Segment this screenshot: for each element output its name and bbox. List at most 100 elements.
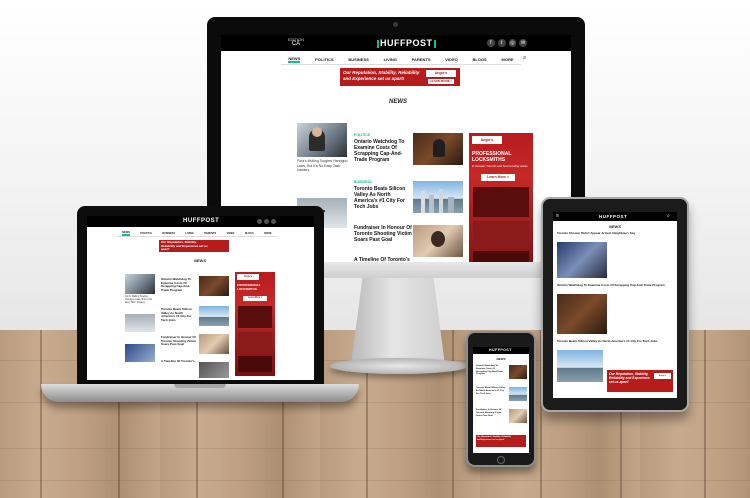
article-thumb-skyline[interactable] — [413, 181, 463, 213]
nav-more[interactable]: MORE — [264, 232, 272, 235]
laptop-thumb-skyline[interactable] — [199, 306, 229, 326]
phone-ad-banner[interactable]: Our Reputation, Stability, Reliability a… — [476, 435, 526, 447]
site-logo[interactable]: HUFFPOST — [377, 38, 436, 48]
main-nav: NEWS POLITICS BUSINESS LIVING PARENTS VI… — [281, 55, 521, 65]
laptop-thumb-plane[interactable] — [125, 314, 155, 332]
social-icons: f t ◎ ✉ — [487, 39, 527, 48]
nav-news[interactable]: NEWS — [122, 231, 130, 236]
laptop-section-title: NEWS — [194, 258, 206, 263]
laptop-title-1[interactable]: Ontario Watchdog To Examine Costs Of Scr… — [161, 277, 197, 292]
laptop-side-ad[interactable]: Angie's LOCKSMITHS PROFESSIONAL LOCKSMIT… — [235, 272, 275, 376]
phone-screen: HUFFPOST NEWS Ontario Watchdog To Examin… — [473, 347, 529, 453]
search-icon[interactable]: ⌕ — [523, 55, 526, 62]
tablet-ad-brand: Angie's LOCKSMITHS — [654, 373, 671, 383]
laptop-thumb-4[interactable] — [125, 344, 155, 362]
search-icon[interactable]: ⌕ — [667, 213, 670, 219]
tablet-site-header: ≡ HUFFPOST ⌕ — [553, 212, 677, 221]
ad-banner-text: Our Reputation, Stability, Reliability a… — [343, 70, 420, 81]
tablet-screen: ≡ HUFFPOST ⌕ NEWS Toronto Shooter Didn't… — [553, 212, 677, 398]
nav-video[interactable]: VIDEO — [445, 57, 457, 62]
laptop-caption-1[interactable]: Ford's Mulling Tougher Handgun Laws, But… — [125, 296, 157, 305]
phone-thumb-1[interactable] — [509, 365, 527, 379]
article-title-politics[interactable]: Ontario Watchdog To Examine Costs Of Scr… — [354, 139, 412, 163]
nav-politics[interactable]: POLITICS — [140, 232, 152, 235]
section-title: NEWS — [389, 99, 407, 105]
laptop-title-2[interactable]: Toronto Beats Silicon Valley As North Am… — [161, 307, 197, 322]
phone-title-1[interactable]: Ontario Watchdog To Examine Costs Of Scr… — [476, 365, 506, 376]
side-ad-headline: PROFESSIONAL LOCKSMITHS — [472, 151, 512, 163]
tablet-thumb-1[interactable] — [557, 242, 607, 278]
nav-news[interactable]: NEWS — [288, 56, 301, 63]
article-caption-1[interactable]: Ford's Mulling Tougher Handgun Laws, But… — [297, 159, 349, 173]
side-ad[interactable]: Angie's LOCKSMITHS PROFESSIONAL LOCKSMIT… — [469, 133, 533, 265]
side-ad-sub: in Greater Toronto and Surrounding areas — [472, 164, 528, 168]
nav-living[interactable]: LIVING — [186, 232, 194, 235]
article-title-fundraiser[interactable]: Fundraiser In Honour Of Toronto Shooting… — [354, 225, 412, 243]
laptop-side-ad-headline: PROFESSIONAL LOCKSMITHS — [237, 283, 261, 291]
ad-banner-button[interactable]: LEARN MORE > — [428, 79, 454, 84]
nav-business[interactable]: BUSINESS — [348, 57, 368, 62]
tablet-ad-text: Our Reputation, Stability, Reliability a… — [609, 372, 650, 384]
home-button[interactable] — [497, 456, 505, 464]
laptop: HUFFPOST NEWS POLITICS BUSINESS LIVING P… — [77, 206, 324, 386]
instagram-icon[interactable]: ◎ — [508, 39, 517, 47]
phone-thumb-2[interactable] — [509, 387, 527, 401]
menu-icon[interactable]: ≡ — [556, 214, 559, 219]
tablet-headline-2[interactable]: Ontario Watchdog To Examine Costs Of Scr… — [557, 283, 673, 288]
email-icon[interactable]: ✉ — [519, 39, 527, 47]
tablet-headline-3[interactable]: Toronto Beats Silicon Valley As North Am… — [557, 339, 673, 344]
nav-business[interactable]: BUSINESS — [162, 232, 175, 235]
article-thumb-fundraiser[interactable] — [413, 225, 463, 257]
nav-more[interactable]: MORE — [502, 57, 514, 62]
twitter-icon[interactable] — [264, 219, 269, 224]
side-ad-brand: Angie's LOCKSMITHS — [472, 136, 502, 150]
laptop-thumb-fundraiser[interactable] — [199, 334, 229, 354]
laptop-thumb-1[interactable] — [125, 274, 155, 294]
twitter-icon[interactable]: t — [497, 39, 506, 47]
phone-title-3[interactable]: Fundraiser In Honour Of Toronto Shooting… — [476, 409, 506, 417]
article-tag-politics[interactable]: Politics — [354, 133, 370, 137]
monitor-stand-base — [330, 358, 468, 374]
facebook-icon[interactable] — [257, 219, 262, 224]
laptop-social-icons — [257, 219, 281, 224]
laptop-main-nav: NEWS POLITICS BUSINESS LIVING PARENTS VI… — [117, 230, 277, 237]
tablet-headline-1[interactable]: Toronto Shooter Didn't Appear Armed, Nei… — [557, 231, 673, 236]
nav-living[interactable]: LIVING — [384, 57, 397, 62]
instagram-icon[interactable] — [271, 219, 276, 224]
side-ad-button[interactable]: Learn More > — [481, 174, 515, 181]
tablet-thumb-3[interactable] — [557, 350, 603, 382]
edition-selector[interactable]: EDITION CA — [285, 37, 307, 49]
monitor-stand — [351, 265, 445, 365]
ad-banner-brand: Angie's LOCKSMITHS — [426, 70, 456, 82]
nav-video[interactable]: VIDEO — [227, 232, 235, 235]
tablet-thumb-2[interactable] — [557, 294, 607, 334]
laptop-ad-banner[interactable]: Our Reputation, Stability, Reliability a… — [159, 240, 229, 252]
nav-parents[interactable]: PARENTS — [412, 57, 431, 62]
phone-thumb-3[interactable] — [509, 409, 527, 423]
logo-text: HUFFPOST — [380, 38, 433, 48]
phone-site-header: HUFFPOST — [473, 347, 529, 354]
article-thumb-1[interactable] — [297, 123, 347, 157]
laptop-side-ad-brand: Angie's LOCKSMITHS — [237, 274, 259, 284]
facebook-icon[interactable]: f — [487, 39, 495, 47]
phone-title-2[interactable]: Toronto Beats Silicon Valley As North Am… — [476, 387, 506, 395]
article-tag-business[interactable]: Business — [354, 180, 372, 184]
laptop-thumb-politics[interactable] — [199, 276, 229, 296]
phone-site-logo[interactable]: HUFFPOST — [489, 348, 512, 352]
article-title-business[interactable]: Toronto Beats Silicon Valley As North Am… — [354, 186, 412, 210]
laptop-title-3[interactable]: Fundraiser In Honour Of Toronto Shooting… — [161, 335, 197, 347]
nav-blogs[interactable]: BLOGS — [473, 57, 487, 62]
laptop-title-4[interactable]: A Timeline Of Toronto's — [161, 359, 197, 364]
laptop-thumb-5[interactable] — [199, 362, 229, 378]
nav-politics[interactable]: POLITICS — [315, 57, 333, 62]
tablet-section-title: NEWS — [609, 224, 621, 229]
laptop-site-header: HUFFPOST — [87, 216, 314, 227]
nav-blogs[interactable]: BLOGS — [245, 232, 254, 235]
tablet-ad-banner[interactable]: Our Reputation, Stability, Reliability a… — [607, 370, 673, 392]
laptop-site-logo[interactable]: HUFFPOST — [183, 218, 219, 224]
tablet-site-logo[interactable]: HUFFPOST — [599, 214, 627, 219]
article-thumb-politics[interactable] — [413, 133, 463, 165]
nav-parents[interactable]: PARENTS — [204, 232, 216, 235]
laptop-side-ad-button[interactable]: Learn More > — [243, 296, 267, 301]
ad-banner[interactable]: Our Reputation, Stability, Reliability a… — [340, 68, 460, 86]
